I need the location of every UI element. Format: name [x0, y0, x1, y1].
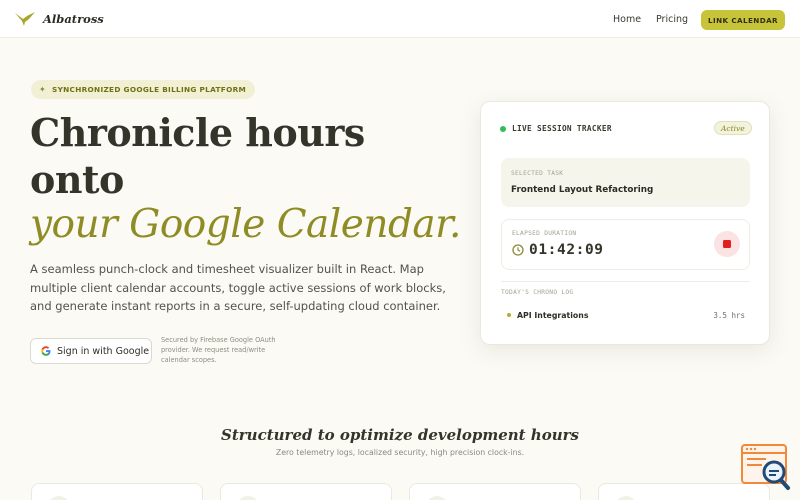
brand[interactable]: Albatross — [14, 10, 104, 28]
chrono-log-label: TODAY'S CHRONO LOG — [501, 289, 574, 296]
platform-pill: ✦ SYNCHRONIZED GOOGLE BILLING PLATFORM — [31, 80, 256, 99]
log-item[interactable]: API Integrations 3.5 hrs — [507, 309, 745, 321]
feature-icon — [237, 496, 259, 500]
hero-description: A seamless punch-clock and timesheet vis… — [30, 262, 446, 313]
top-nav: Albatross Home Pricing LINK CALENDAR — [0, 0, 800, 38]
feature-icon — [48, 496, 70, 500]
elapsed-timer: 01:42:09 — [529, 242, 604, 258]
selected-task-name: Frontend Layout Refactoring — [511, 185, 654, 195]
tracker-header: LIVE SESSION TRACKER — [500, 124, 612, 133]
google-signin-label: Sign in with Google — [57, 345, 150, 357]
status-badge: Active — [714, 121, 752, 135]
security-note: Secured by Firebase Google OAuth provide… — [161, 336, 276, 364]
elapsed-duration-panel: ELAPSED DURATION 01:42:09 — [501, 219, 750, 270]
selected-task-label: SELECTED TASK — [511, 170, 564, 177]
stop-session-button[interactable] — [714, 231, 740, 257]
feature-card — [220, 483, 392, 500]
live-indicator-icon — [500, 125, 506, 132]
albatross-logo-icon — [15, 12, 35, 26]
feature-card — [31, 483, 203, 500]
nav-link-home[interactable]: Home — [613, 14, 641, 25]
log-item-name: API Integrations — [517, 310, 589, 320]
stop-icon — [723, 240, 731, 248]
feature-icon — [615, 496, 637, 500]
selected-task-panel[interactable]: SELECTED TASK Frontend Layout Refactorin… — [501, 158, 750, 207]
features-subtitle: Zero telemetry logs, localized security,… — [275, 448, 525, 457]
brand-name: Albatross — [43, 12, 104, 26]
log-item-hours: 3.5 hrs — [713, 310, 745, 320]
google-icon — [41, 346, 51, 356]
feature-card — [409, 483, 581, 500]
hero-title-line2: onto — [30, 157, 124, 202]
hero-title-line1: Chronicle hours — [30, 110, 365, 155]
features-title: Structured to optimize development hours — [221, 426, 579, 444]
hero-title-highlight: your Google Calendar. — [30, 202, 461, 247]
google-signin-button[interactable]: Sign in with Google — [30, 338, 152, 364]
elapsed-label: ELAPSED DURATION — [512, 230, 577, 237]
sparkle-icon: ✦ — [39, 85, 47, 94]
search-widget-icon[interactable] — [740, 443, 792, 491]
pill-text: SYNCHRONIZED GOOGLE BILLING PLATFORM — [52, 85, 247, 94]
tracker-title: LIVE SESSION TRACKER — [512, 124, 612, 133]
link-calendar-button[interactable]: LINK CALENDAR — [701, 10, 785, 30]
divider — [501, 281, 750, 282]
session-tracker-card: LIVE SESSION TRACKER Active SELECTED TAS… — [480, 101, 770, 345]
nav-link-pricing[interactable]: Pricing — [656, 14, 688, 25]
clock-icon — [512, 244, 524, 256]
log-bullet-icon — [507, 313, 511, 317]
feature-icon — [426, 496, 448, 500]
